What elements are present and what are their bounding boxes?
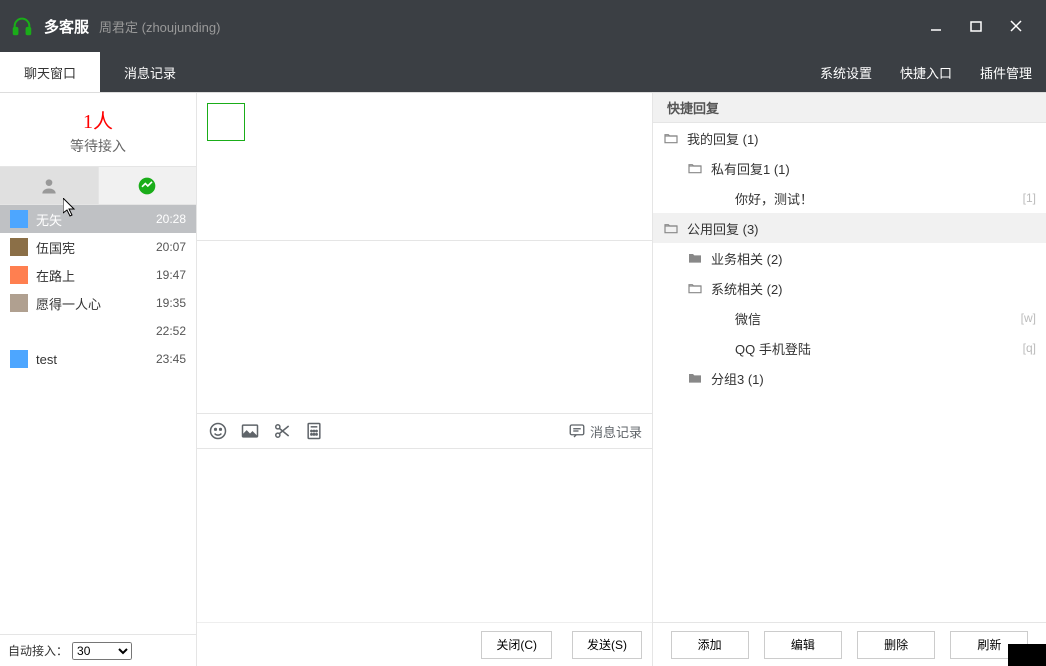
chat-name: 伍国宪	[36, 238, 156, 257]
tree-shortcut: [1]	[1023, 191, 1036, 205]
folder-open-icon	[663, 130, 679, 146]
quick-reply-tree: 我的回复 (1) 私有回复1 (1) 你好，测试！[1] 公用回复 (3) 业务相关 (…	[653, 123, 1046, 622]
contacts-tab[interactable]	[0, 167, 99, 204]
calculator-icon[interactable]	[303, 420, 325, 442]
send-button[interactable]: 发送(S)	[572, 631, 642, 659]
tree-row[interactable]: 业务相关 (2)	[653, 243, 1046, 273]
folder-open-icon	[663, 220, 679, 236]
avatar	[10, 266, 28, 284]
overlay-strip	[1008, 644, 1046, 666]
left-column: 1人 等待接入 无矢20:28伍国宪20:07在路上19:47愿得一人心19:3…	[0, 93, 197, 666]
autojoin-label: 自动接入：	[8, 642, 68, 659]
delete-button[interactable]: 删除	[857, 631, 935, 659]
menu-settings[interactable]: 系统设置	[806, 63, 886, 82]
avatar	[10, 210, 28, 228]
maximize-button[interactable]	[956, 11, 996, 41]
edit-button[interactable]: 编辑	[764, 631, 842, 659]
titlebar: 多客服 周君定 (zhoujunding)	[0, 0, 1046, 52]
tree-row[interactable]: 分组3 (1)	[653, 363, 1046, 393]
chat-list: 无矢20:28伍国宪20:07在路上19:47愿得一人心19:3522:52te…	[0, 205, 196, 634]
avatar	[10, 294, 28, 312]
message-list	[197, 241, 652, 414]
chat-item[interactable]: 22:52	[0, 317, 196, 345]
tab-history[interactable]: 消息记录	[100, 52, 200, 92]
tree-row[interactable]: 公用回复 (3)	[653, 213, 1046, 243]
menu-quick[interactable]: 快捷入口	[886, 63, 966, 82]
person-icon	[39, 176, 59, 196]
tree-label: QQ 手机登陆	[735, 339, 1023, 358]
history-link[interactable]: 消息记录	[568, 422, 642, 441]
avatar	[10, 350, 28, 368]
chat-time: 20:28	[156, 212, 186, 226]
chat-name: test	[36, 352, 156, 367]
folder-icon	[687, 370, 703, 386]
chat-time: 19:35	[156, 296, 186, 310]
chat-name: 无矢	[36, 210, 156, 229]
chat-item[interactable]: 伍国宪20:07	[0, 233, 196, 261]
folder-open-icon	[687, 160, 703, 176]
tree-row[interactable]: QQ 手机登陆[q]	[653, 333, 1046, 363]
close-button-mid[interactable]: 关闭(C)	[481, 631, 552, 659]
message-header-area	[197, 93, 652, 241]
auto-join-bar: 自动接入： 30	[0, 634, 196, 666]
chat-item[interactable]: 愿得一人心19:35	[0, 289, 196, 317]
chat-item[interactable]: 在路上19:47	[0, 261, 196, 289]
waiting-box[interactable]: 1人 等待接入	[0, 93, 196, 167]
waiting-label: 等待接入	[0, 136, 196, 156]
folder-open-icon	[687, 280, 703, 296]
chat-time: 20:07	[156, 240, 186, 254]
minimize-button[interactable]	[916, 11, 956, 41]
image-icon[interactable]	[239, 420, 261, 442]
chat-item[interactable]: 无矢20:28	[0, 205, 196, 233]
tree-row[interactable]: 你好，测试！[1]	[653, 183, 1046, 213]
add-button[interactable]: 添加	[671, 631, 749, 659]
avatar	[10, 238, 28, 256]
messenger-icon	[137, 176, 157, 196]
tree-label: 业务相关 (2)	[711, 249, 1036, 268]
message-editor[interactable]	[197, 449, 652, 622]
headphone-icon	[10, 14, 34, 38]
chat-icon	[568, 422, 586, 440]
tree-label: 分组3 (1)	[711, 369, 1036, 388]
tree-row[interactable]: 微信[w]	[653, 303, 1046, 333]
user-subtitle: 周君定 (zhoujunding)	[99, 17, 220, 36]
chat-time: 23:45	[156, 352, 186, 366]
chat-time: 19:47	[156, 268, 186, 282]
chat-name: 愿得一人心	[36, 294, 156, 313]
tree-row[interactable]: 私有回复1 (1)	[653, 153, 1046, 183]
tab-chat[interactable]: 聊天窗口	[0, 52, 100, 92]
messenger-tab[interactable]	[99, 167, 197, 204]
right-column: 快捷回复 我的回复 (1) 私有回复1 (1) 你好，测试！[1] 公用回复 (3) 业…	[653, 93, 1046, 666]
tabbar: 聊天窗口 消息记录 系统设置 快捷入口 插件管理	[0, 52, 1046, 92]
tree-shortcut: [w]	[1021, 311, 1036, 325]
tree-label: 系统相关 (2)	[711, 279, 1036, 298]
history-link-label: 消息记录	[590, 422, 642, 441]
scissors-icon[interactable]	[271, 420, 293, 442]
tree-label: 你好，测试！	[735, 189, 1023, 208]
tree-label: 微信	[735, 309, 1021, 328]
tree-label: 公用回复 (3)	[687, 219, 1036, 238]
waiting-count: 1人	[0, 105, 196, 134]
folder-icon	[687, 250, 703, 266]
tree-shortcut: [q]	[1023, 341, 1036, 355]
chat-time: 22:52	[156, 324, 186, 338]
chat-item[interactable]: test23:45	[0, 345, 196, 373]
tree-row[interactable]: 系统相关 (2)	[653, 273, 1046, 303]
tree-label: 我的回复 (1)	[687, 129, 1036, 148]
quick-reply-header: 快捷回复	[653, 93, 1046, 123]
tree-label: 私有回复1 (1)	[711, 159, 1036, 178]
tree-row[interactable]: 我的回复 (1)	[653, 123, 1046, 153]
menu-plugins[interactable]: 插件管理	[966, 63, 1046, 82]
app-title: 多客服	[44, 16, 89, 37]
middle-column: 消息记录 关闭(C) 发送(S)	[197, 93, 653, 666]
emoji-icon[interactable]	[207, 420, 229, 442]
autojoin-select[interactable]: 30	[72, 642, 132, 660]
avatar-placeholder	[207, 103, 245, 141]
chat-name: 在路上	[36, 266, 156, 285]
close-button[interactable]	[996, 11, 1036, 41]
editor-toolbar: 消息记录	[197, 413, 652, 449]
